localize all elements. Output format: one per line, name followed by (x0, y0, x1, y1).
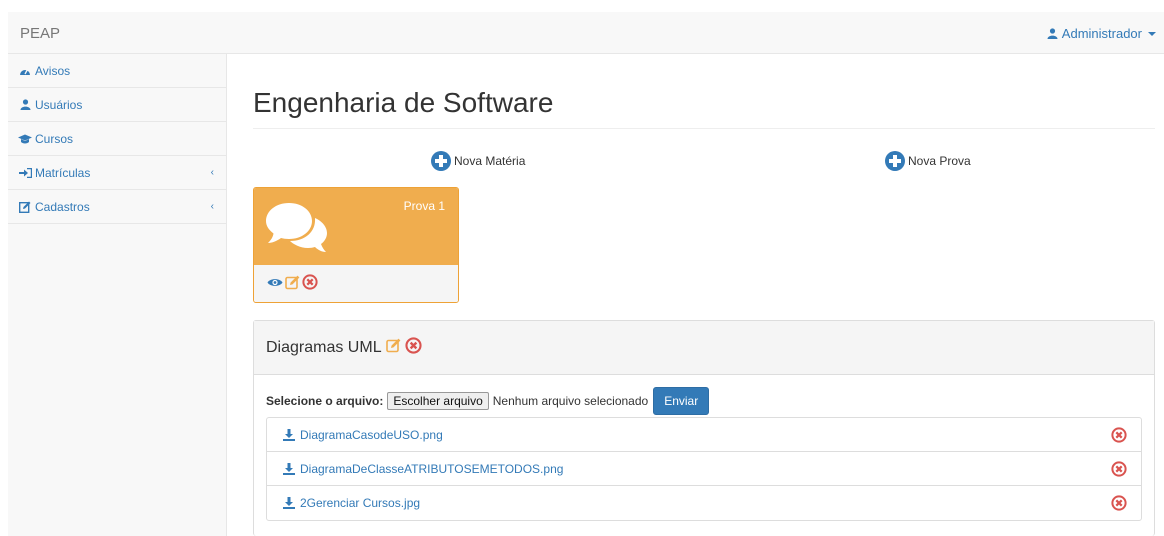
chevron-left-icon: ‹ (210, 201, 214, 212)
exam-card: Prova 1 (253, 187, 459, 303)
sidebar-item-label: Avisos (35, 63, 71, 78)
plus-circle-icon (885, 151, 905, 171)
user-icon (1047, 28, 1058, 39)
exam-card-actions (254, 265, 458, 302)
graduation-cap-icon (18, 133, 32, 145)
remove-circle-icon[interactable] (1111, 495, 1127, 514)
sidebar-item-label: Matrículas (35, 165, 91, 180)
sidebar-item-avisos[interactable]: Avisos (8, 54, 226, 88)
list-item: DiagramaCasodeUSO.png (267, 418, 1141, 452)
user-icon (18, 99, 32, 111)
file-link[interactable]: 2Gerenciar Cursos.jpg (300, 496, 420, 510)
edit-icon[interactable] (385, 338, 401, 358)
edit-icon (18, 201, 32, 213)
uml-panel: Diagramas UML Selecione o arquivo: Escol… (253, 320, 1155, 536)
file-link[interactable]: DiagramaDeClasseATRIBUTOSEMETODOS.png (300, 462, 563, 476)
panel-body: Selecione o arquivo: Escolher arquivo Ne… (254, 375, 1154, 521)
plus-circle-icon (431, 151, 451, 171)
sidebar-item-cursos[interactable]: Cursos (8, 122, 226, 156)
new-subject-label: Nova Matéria (454, 154, 526, 168)
brand[interactable]: PEAP (20, 25, 60, 42)
exam-card-header: Prova 1 (254, 188, 458, 265)
sidebar-item-label: Cursos (35, 131, 74, 146)
no-file-text: Nenhum arquivo selecionado (492, 394, 649, 408)
remove-circle-icon[interactable] (405, 336, 422, 359)
remove-circle-icon[interactable] (1111, 461, 1127, 480)
chevron-left-icon: ‹ (210, 167, 214, 178)
upload-form: Selecione o arquivo: Escolher arquivo Ne… (266, 387, 1142, 415)
title-divider (253, 128, 1155, 129)
send-button[interactable]: Enviar (653, 387, 710, 415)
sidebar-item-cadastros[interactable]: Cadastros ‹ (8, 190, 226, 224)
file-list: DiagramaCasodeUSO.png DiagramaDeClasseAT… (266, 417, 1142, 521)
panel-title: Diagramas UML (266, 338, 382, 356)
eye-icon[interactable] (267, 276, 283, 291)
sidebar-item-matriculas[interactable]: Matrículas ‹ (8, 156, 226, 190)
remove-circle-icon[interactable] (1111, 427, 1127, 446)
new-subject-link[interactable]: Nova Matéria (431, 151, 525, 171)
download-icon (283, 428, 295, 441)
remove-circle-icon[interactable] (302, 274, 318, 293)
user-menu[interactable]: Administrador (1047, 26, 1156, 41)
page-title: Engenharia de Software (253, 87, 554, 118)
list-item: DiagramaDeClasseATRIBUTOSEMETODOS.png (267, 452, 1141, 486)
list-item: 2Gerenciar Cursos.jpg (267, 486, 1141, 520)
download-icon (283, 497, 295, 509)
sidebar-item-label: Usuários (35, 97, 83, 112)
top-navbar: PEAP Administrador (8, 12, 1164, 54)
upload-label: Selecione o arquivo: (266, 394, 384, 408)
dashboard-icon (18, 65, 32, 77)
caret-down-icon (1148, 31, 1156, 36)
choose-file-button[interactable]: Escolher arquivo (387, 392, 489, 410)
exam-card-label: Prova 1 (403, 199, 445, 213)
file-link[interactable]: DiagramaCasodeUSO.png (300, 428, 443, 442)
sidebar-item-label: Cadastros (35, 199, 90, 214)
new-exam-link[interactable]: Nova Prova (885, 151, 971, 171)
download-icon (283, 462, 295, 475)
edit-icon[interactable] (285, 275, 300, 293)
comments-icon (265, 201, 329, 256)
panel-header: Diagramas UML (254, 321, 1154, 375)
new-exam-label: Nova Prova (908, 154, 971, 168)
sign-in-icon (18, 167, 32, 179)
sidebar: Avisos Usuários Cursos Matrículas ‹ Cada… (8, 54, 227, 536)
sidebar-item-usuarios[interactable]: Usuários (8, 88, 226, 122)
user-menu-label: Administrador (1061, 26, 1142, 41)
